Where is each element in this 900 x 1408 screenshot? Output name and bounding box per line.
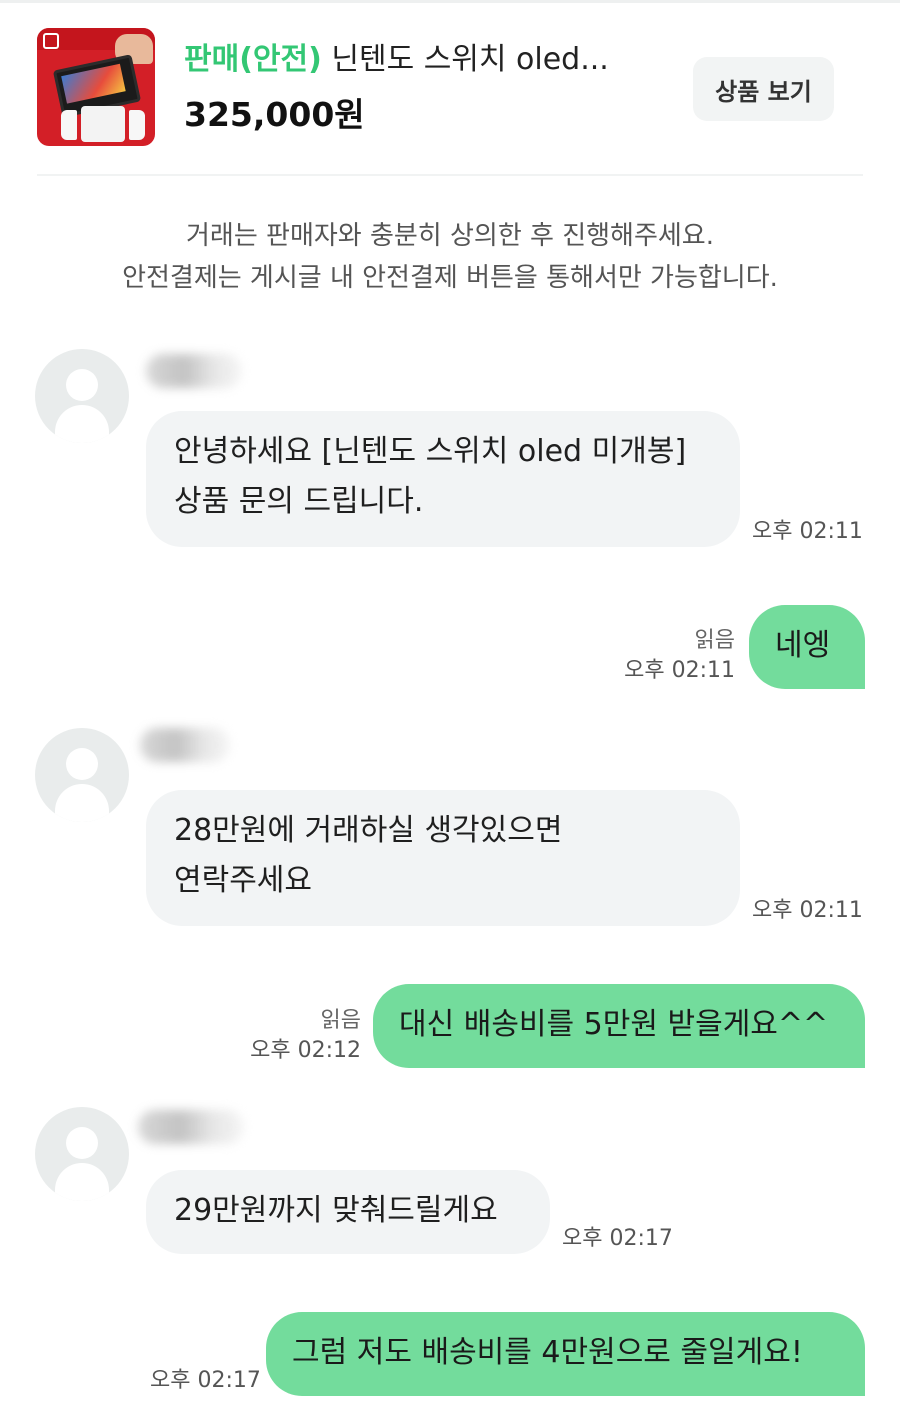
message-time: 오후 02:17 (150, 1368, 261, 1393)
read-status: 읽음 (320, 1008, 361, 1033)
message-bubble-outgoing[interactable]: 네엥 (749, 605, 865, 689)
sale-type-tag: 판매(안전) (184, 42, 322, 77)
product-header: 판매(안전) 닌텐도 스위치 oled... 325,000원 상품 보기 (0, 0, 900, 176)
message-time: 오후 02:11 (624, 658, 735, 683)
message-time: 오후 02:11 (752, 519, 863, 544)
product-thumbnail[interactable] (37, 28, 155, 146)
product-price: 325,000원 (184, 95, 365, 134)
notice-line: 거래는 판매자와 충분히 상의한 후 진행해주세요. (186, 221, 714, 251)
trade-notice: 거래는 판매자와 충분히 상의한 후 진행해주세요. 안전결제는 게시글 내 안… (0, 215, 900, 299)
blurred-nickname (146, 354, 242, 388)
message-time: 오후 02:11 (752, 898, 863, 923)
message-bubble-outgoing[interactable]: 그럼 저도 배송비를 4만원으로 줄일게요! (266, 1312, 865, 1396)
person-icon (66, 1127, 98, 1159)
user-avatar[interactable] (35, 349, 129, 443)
message-meta: 읽음 오후 02:11 (624, 626, 735, 686)
person-icon (66, 369, 98, 401)
message-bubble-incoming[interactable]: 29만원까지 맞춰드릴게요 (146, 1170, 550, 1254)
product-title[interactable]: 판매(안전) 닌텐도 스위치 oled... (184, 40, 644, 80)
message-bubble-incoming[interactable]: 28만원에 거래하실 생각있으면 연락주세요 (146, 790, 740, 926)
read-status: 읽음 (694, 628, 735, 653)
view-product-button[interactable]: 상품 보기 (693, 57, 834, 121)
header-divider (37, 174, 863, 176)
message-meta: 읽음 오후 02:12 (250, 1006, 361, 1066)
blurred-nickname (140, 728, 230, 762)
message-time: 오후 02:17 (562, 1226, 673, 1251)
message-bubble-outgoing[interactable]: 대신 배송비를 5만원 받을게요^^ (373, 984, 865, 1068)
blurred-nickname (138, 1110, 244, 1144)
notice-line: 안전결제는 게시글 내 안전결제 버튼을 통해서만 가능합니다. (122, 263, 778, 293)
product-name: 닌텐도 스위치 oled... (321, 42, 609, 77)
message-time: 오후 02:12 (250, 1038, 361, 1063)
message-bubble-incoming[interactable]: 안녕하세요 [닌텐도 스위치 oled 미개봉] 상품 문의 드립니다. (146, 411, 740, 547)
user-avatar[interactable] (35, 728, 129, 822)
nintendo-logo-icon (43, 33, 59, 49)
person-icon (66, 748, 98, 780)
user-avatar[interactable] (35, 1107, 129, 1201)
